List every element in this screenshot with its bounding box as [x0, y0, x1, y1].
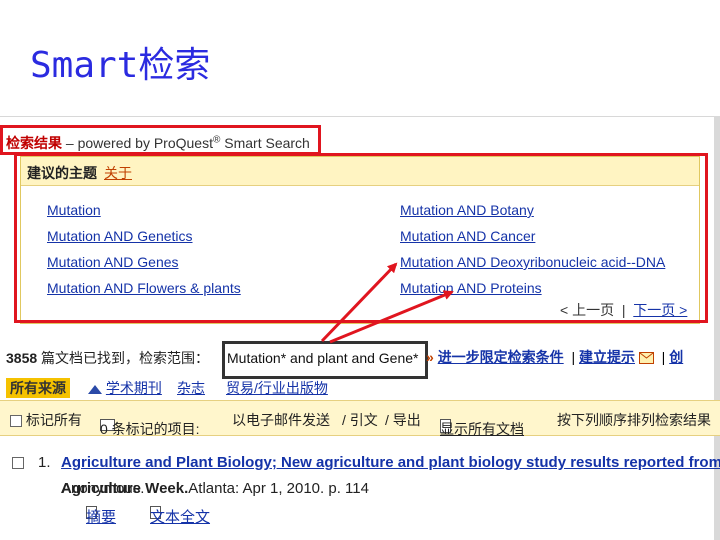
mail-icon[interactable]: [638, 352, 654, 365]
found-text: 篇文档已找到，检索范围：: [41, 350, 210, 366]
separator: |: [661, 349, 666, 365]
found-summary: 3858 篇文档已找到，检索范围：: [6, 348, 209, 368]
tab-trade-publications[interactable]: 贸易/行业出版物: [222, 378, 332, 398]
results-toolbar: 标记所有 0 条标记的项目: 以电子邮件发送 / 引文 / 导出 显示所有文档 …: [0, 400, 720, 437]
tab-all-sources[interactable]: 所有来源: [6, 378, 70, 398]
screenshot-panel: 检索结果 – powered by ProQuest® Smart Search…: [0, 116, 720, 540]
sort-label: 按下列顺序排列检索结果: [557, 412, 711, 428]
export-link[interactable]: / 导出: [385, 410, 421, 430]
separator: |: [571, 349, 576, 365]
tab-label: 学术期刊: [105, 380, 162, 396]
search-query: Mutation* and plant and Gene*: [227, 350, 419, 366]
mark-all-label: 标记所有: [25, 412, 82, 428]
journal-icon: [88, 384, 102, 394]
create-alert-link[interactable]: 建立提示: [579, 349, 635, 365]
refine-link[interactable]: 进一步限定检索条件: [438, 349, 564, 365]
result-title-link[interactable]: Agriculture and Plant Biology; New agric…: [61, 454, 720, 471]
result-count: 3858: [6, 350, 38, 366]
result-author: Anonymous.: [61, 480, 145, 497]
highlight-box-topics: [14, 153, 708, 323]
result-checkbox[interactable]: [12, 454, 24, 472]
slide-title: Smart检索: [30, 45, 211, 86]
source-tabs: 所有来源 学术期刊 杂志 贸易/行业出版物: [0, 376, 720, 400]
more-link[interactable]: 创: [669, 349, 683, 365]
divider: [0, 116, 720, 117]
abstract-label: 摘要: [86, 509, 117, 526]
mark-all[interactable]: 标记所有: [10, 410, 82, 430]
email-link[interactable]: 以电子邮件发送: [232, 410, 330, 430]
show-all-label: 显示所有文档: [440, 421, 524, 437]
arrow-icon: »: [426, 349, 434, 365]
mark-all-checkbox[interactable]: [10, 415, 22, 428]
cite-link[interactable]: / 引文: [342, 410, 378, 430]
table-row: 1. Agriculture and Plant Biology; New ag…: [0, 446, 720, 540]
tab-scholarly-journals[interactable]: 学术期刊: [84, 378, 166, 398]
refine-bar: » 进一步限定检索条件 | 建立提示 | 创: [426, 347, 683, 367]
result-citation: Anonymous. Agriculture Week. Atlanta: Ap…: [61, 480, 369, 497]
result-number: 1.: [38, 454, 51, 471]
highlight-box-header: [0, 125, 321, 155]
result-details: Atlanta: Apr 1, 2010. p. 114: [188, 480, 369, 497]
marked-items-label: 0 条标记的项目:: [100, 421, 200, 437]
tab-magazines[interactable]: 杂志: [173, 378, 209, 398]
fulltext-label: 文本全文: [150, 509, 211, 526]
